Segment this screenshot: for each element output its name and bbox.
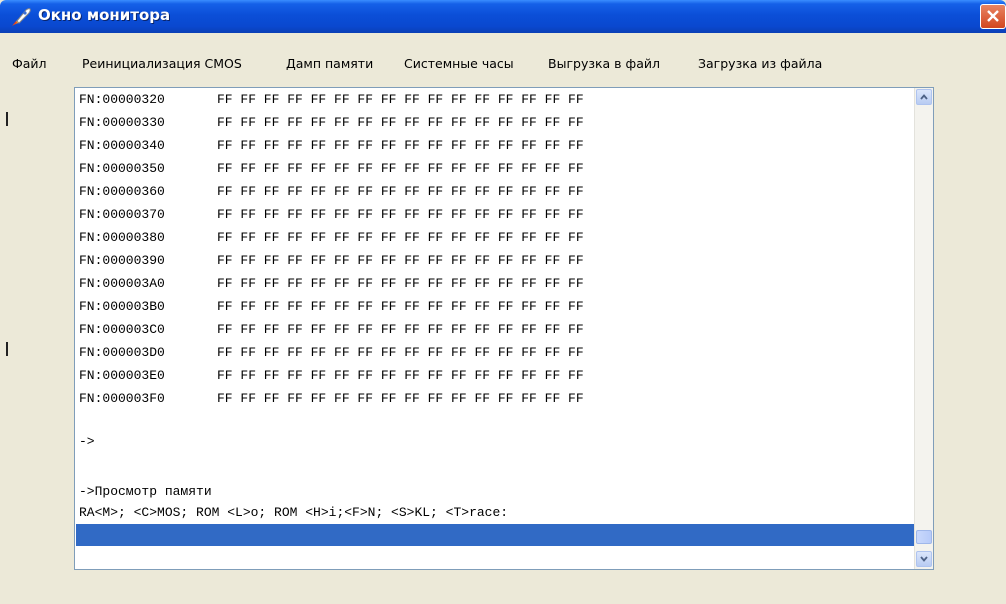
dump-row: FN:00000350 FF FF FF FF FF FF FF FF FF FF…: [79, 160, 584, 178]
menu-system-clock[interactable]: Системные часы: [404, 56, 514, 71]
console-options: RA<M>; <C>MOS; ROM <L>o; ROM <H>i;<F>N; …: [79, 505, 509, 520]
dump-row: FN:00000370 FF FF FF FF FF FF FF FF FF FF…: [79, 206, 584, 224]
window-title: Окно монитора: [38, 6, 171, 24]
dump-bytes: FF FF FF FF FF FF FF FF FF FF FF FF FF F…: [217, 253, 584, 268]
dump-bytes: FF FF FF FF FF FF FF FF FF FF FF FF FF F…: [217, 368, 584, 383]
monitor-output[interactable]: FN:00000320 FF FF FF FF FF FF FF FF FF FF…: [74, 87, 934, 570]
dump-address: FN:000003A0: [79, 276, 165, 291]
vertical-scrollbar[interactable]: [914, 88, 933, 569]
dump-address: FN:00000390: [79, 253, 165, 268]
selected-input-line[interactable]: [76, 524, 914, 546]
dump-address: FN:00000370: [79, 207, 165, 222]
dump-bytes: FF FF FF FF FF FF FF FF FF FF FF FF FF F…: [217, 138, 584, 153]
dump-row: FN:000003B0 FF FF FF FF FF FF FF FF FF FF…: [79, 298, 584, 316]
menu-export-file[interactable]: Выгрузка в файл: [548, 56, 660, 71]
dump-row: FN:00000330 FF FF FF FF FF FF FF FF FF FF…: [79, 114, 584, 132]
dump-address: FN:00000320: [79, 92, 165, 107]
dump-bytes: FF FF FF FF FF FF FF FF FF FF FF FF FF F…: [217, 115, 584, 130]
scroll-thumb[interactable]: [916, 530, 932, 544]
dump-bytes: FF FF FF FF FF FF FF FF FF FF FF FF FF F…: [217, 230, 584, 245]
dump-address: FN:000003B0: [79, 299, 165, 314]
dump-address: FN:000003D0: [79, 345, 165, 360]
dump-address: FN:000003C0: [79, 322, 165, 337]
dump-bytes: FF FF FF FF FF FF FF FF FF FF FF FF FF F…: [217, 391, 584, 406]
menu-cmos-reinit[interactable]: Реинициализация CMOS: [82, 56, 242, 71]
dump-row: FN:000003D0 FF FF FF FF FF FF FF FF FF FF…: [79, 344, 584, 362]
chevron-down-icon: [920, 556, 928, 562]
dump-bytes: FF FF FF FF FF FF FF FF FF FF FF FF FF F…: [217, 92, 584, 107]
chevron-up-icon: [920, 94, 928, 100]
dump-row: FN:00000320 FF FF FF FF FF FF FF FF FF FF…: [79, 91, 584, 109]
dump-row: FN:000003F0 FF FF FF FF FF FF FF FF FF FF…: [79, 390, 584, 408]
scroll-down-button[interactable]: [916, 551, 932, 567]
dump-address: FN:00000350: [79, 161, 165, 176]
dump-address: FN:000003F0: [79, 391, 165, 406]
dump-address: FN:00000330: [79, 115, 165, 130]
dump-bytes: FF FF FF FF FF FF FF FF FF FF FF FF FF F…: [217, 345, 584, 360]
dump-address: FN:00000340: [79, 138, 165, 153]
dump-row: FN:000003E0 FF FF FF FF FF FF FF FF FF FF…: [79, 367, 584, 385]
dump-row: FN:00000340 FF FF FF FF FF FF FF FF FF FF…: [79, 137, 584, 155]
dump-address: FN:00000380: [79, 230, 165, 245]
edge-mark: [6, 342, 8, 356]
console-memory-view: ->Просмотр памяти: [79, 484, 212, 499]
menu-file[interactable]: Файл: [12, 56, 47, 71]
dump-bytes: FF FF FF FF FF FF FF FF FF FF FF FF FF F…: [217, 184, 584, 199]
edge-mark: [6, 112, 8, 126]
dump-row: FN:00000380 FF FF FF FF FF FF FF FF FF FF…: [79, 229, 584, 247]
dump-row: FN:00000360 FF FF FF FF FF FF FF FF FF FF…: [79, 183, 584, 201]
dump-bytes: FF FF FF FF FF FF FF FF FF FF FF FF FF F…: [217, 207, 584, 222]
dump-bytes: FF FF FF FF FF FF FF FF FF FF FF FF FF F…: [217, 299, 584, 314]
dump-address: FN:000003E0: [79, 368, 165, 383]
close-icon: [987, 10, 999, 22]
scroll-up-button[interactable]: [916, 89, 932, 105]
console-prompt: ->: [79, 434, 95, 449]
title-bar[interactable]: Окно монитора: [0, 0, 1006, 33]
dump-row: FN:00000390 FF FF FF FF FF FF FF FF FF FF…: [79, 252, 584, 270]
rocket-icon: [10, 6, 32, 28]
dump-row: FN:000003C0 FF FF FF FF FF FF FF FF FF FF…: [79, 321, 584, 339]
close-button[interactable]: [980, 4, 1006, 29]
menu-import-file[interactable]: Загрузка из файла: [698, 56, 822, 71]
dump-bytes: FF FF FF FF FF FF FF FF FF FF FF FF FF F…: [217, 322, 584, 337]
dump-bytes: FF FF FF FF FF FF FF FF FF FF FF FF FF F…: [217, 161, 584, 176]
dump-row: FN:000003A0 FF FF FF FF FF FF FF FF FF FF…: [79, 275, 584, 293]
dump-bytes: FF FF FF FF FF FF FF FF FF FF FF FF FF F…: [217, 276, 584, 291]
menu-memory-dump[interactable]: Дамп памяти: [286, 56, 373, 71]
dump-address: FN:00000360: [79, 184, 165, 199]
